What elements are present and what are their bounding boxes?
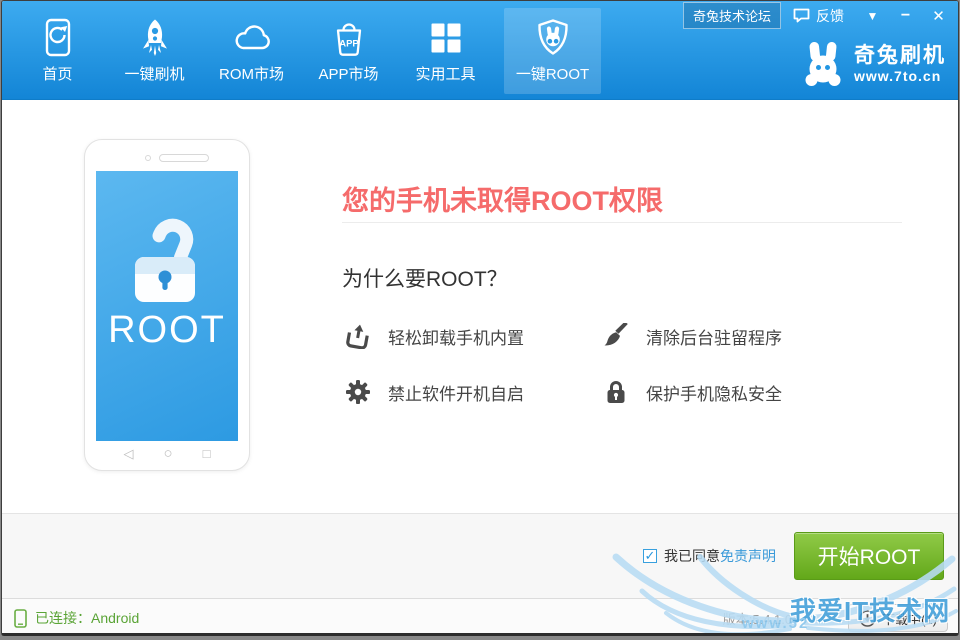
feature-label: 轻松卸载手机内置 <box>388 324 524 349</box>
disclaimer-link[interactable]: 免责声明 <box>720 546 776 566</box>
titlebar-controls: 奇兔技术论坛 反馈 ▼ − ✕ <box>683 4 955 27</box>
phone-screen-label: ROOT <box>108 309 226 352</box>
phone-illustration: ROOT ◁ ○ □ <box>84 139 250 471</box>
phone-speaker-bar <box>159 154 209 162</box>
agree-checkbox-row: ✓ 我已同意 免责声明 <box>643 546 776 566</box>
brush-icon <box>603 323 629 349</box>
tab-rom-market[interactable]: ROM市场 <box>203 8 300 94</box>
tab-app-market[interactable]: APP APP市场 <box>300 8 397 94</box>
feature-label: 保护手机隐私安全 <box>646 380 782 405</box>
agree-checkbox[interactable]: ✓ <box>643 549 657 563</box>
connected-phone-icon <box>14 609 27 628</box>
rocket-icon <box>135 17 175 59</box>
tab-tools[interactable]: 实用工具 <box>397 8 494 94</box>
gear-icon <box>345 379 371 405</box>
app-bag-icon: APP <box>329 17 369 59</box>
tab-home[interactable]: 首页 <box>9 8 106 94</box>
connection-status: 已连接：Android <box>14 599 139 636</box>
tab-label: 一键ROOT <box>516 63 589 84</box>
feature-label: 清除后台驻留程序 <box>646 324 782 349</box>
uninstall-icon <box>345 323 371 349</box>
speech-bubble-icon <box>793 8 810 23</box>
tab-label: 实用工具 <box>415 63 475 84</box>
tools-grid-icon <box>426 17 466 59</box>
dropdown-menu-button[interactable]: ▼ <box>856 9 889 23</box>
tab-label: ROM市场 <box>219 63 284 84</box>
phone-back-icon: ◁ <box>124 446 134 462</box>
agree-label: 我已同意 <box>664 546 720 566</box>
tab-label: 一键刷机 <box>124 63 184 84</box>
start-root-button[interactable]: 开始ROOT <box>794 532 944 580</box>
feature-uninstall: 轻松卸载手机内置 <box>345 321 603 351</box>
page-title: 您的手机未取得ROOT权限 <box>342 179 663 218</box>
open-padlock-icon <box>117 209 217 303</box>
action-bar: ✓ 我已同意 免责声明 开始ROOT <box>2 513 958 598</box>
feature-list: 轻松卸载手机内置 清除后台驻留程序 禁止软件开机自启 <box>345 321 861 407</box>
phone-refresh-icon <box>38 17 78 59</box>
rabbit-logo-icon <box>801 41 845 87</box>
minimize-button[interactable]: − <box>889 7 922 25</box>
version-text: 版本:5.4.1.0 <box>723 609 792 628</box>
feedback-button[interactable]: 反馈 <box>781 6 856 26</box>
lock-icon <box>603 379 629 405</box>
tab-label: APP市场 <box>318 63 378 84</box>
app-window: 首页 一键刷机 ROM市场 <box>1 0 959 636</box>
feature-label: 禁止软件开机自启 <box>388 380 524 405</box>
tab-one-key-root[interactable]: 一键ROOT <box>504 8 601 94</box>
forum-button[interactable]: 奇兔技术论坛 <box>683 2 781 29</box>
header: 首页 一键刷机 ROM市场 <box>2 1 958 100</box>
brand-logo: 奇兔刷机 www.7to.cn <box>801 41 946 87</box>
phone-screen: ROOT <box>96 171 238 441</box>
feature-clean: 清除后台驻留程序 <box>603 321 861 351</box>
download-icon <box>859 610 876 627</box>
tab-flash[interactable]: 一键刷机 <box>106 8 203 94</box>
feature-privacy: 保护手机隐私安全 <box>603 377 861 407</box>
phone-home-icon: ○ <box>164 445 173 462</box>
title-divider <box>342 222 902 223</box>
feedback-label: 反馈 <box>816 6 844 26</box>
close-icon: ✕ <box>932 8 945 25</box>
phone-camera-dot <box>145 155 151 161</box>
minimize-icon: − <box>901 7 910 24</box>
cloud-icon <box>232 17 272 59</box>
connection-text: 已连接：Android <box>35 608 139 628</box>
brand-url: www.7to.cn <box>854 68 946 84</box>
status-bar: 已连接：Android 版本:5.4.1.0 下载中(1) <box>2 598 958 636</box>
phone-nav-buttons: ◁ ○ □ <box>85 445 249 462</box>
tab-label: 首页 <box>42 63 72 84</box>
app-badge-text: APP <box>339 39 359 50</box>
check-icon: ✓ <box>645 548 656 563</box>
feature-autostart: 禁止软件开机自启 <box>345 377 603 407</box>
shield-rabbit-icon <box>533 17 573 59</box>
phone-menu-icon: □ <box>203 446 211 461</box>
why-root-heading: 为什么要ROOT？ <box>342 263 508 293</box>
download-button[interactable]: 下载中(1) <box>848 604 948 632</box>
caret-down-icon: ▼ <box>867 9 879 23</box>
brand-name: 奇兔刷机 <box>854 44 946 67</box>
main-nav: 首页 一键刷机 ROM市场 <box>9 8 601 94</box>
download-label: 下载中(1) <box>882 609 937 628</box>
close-button[interactable]: ✕ <box>922 7 955 25</box>
